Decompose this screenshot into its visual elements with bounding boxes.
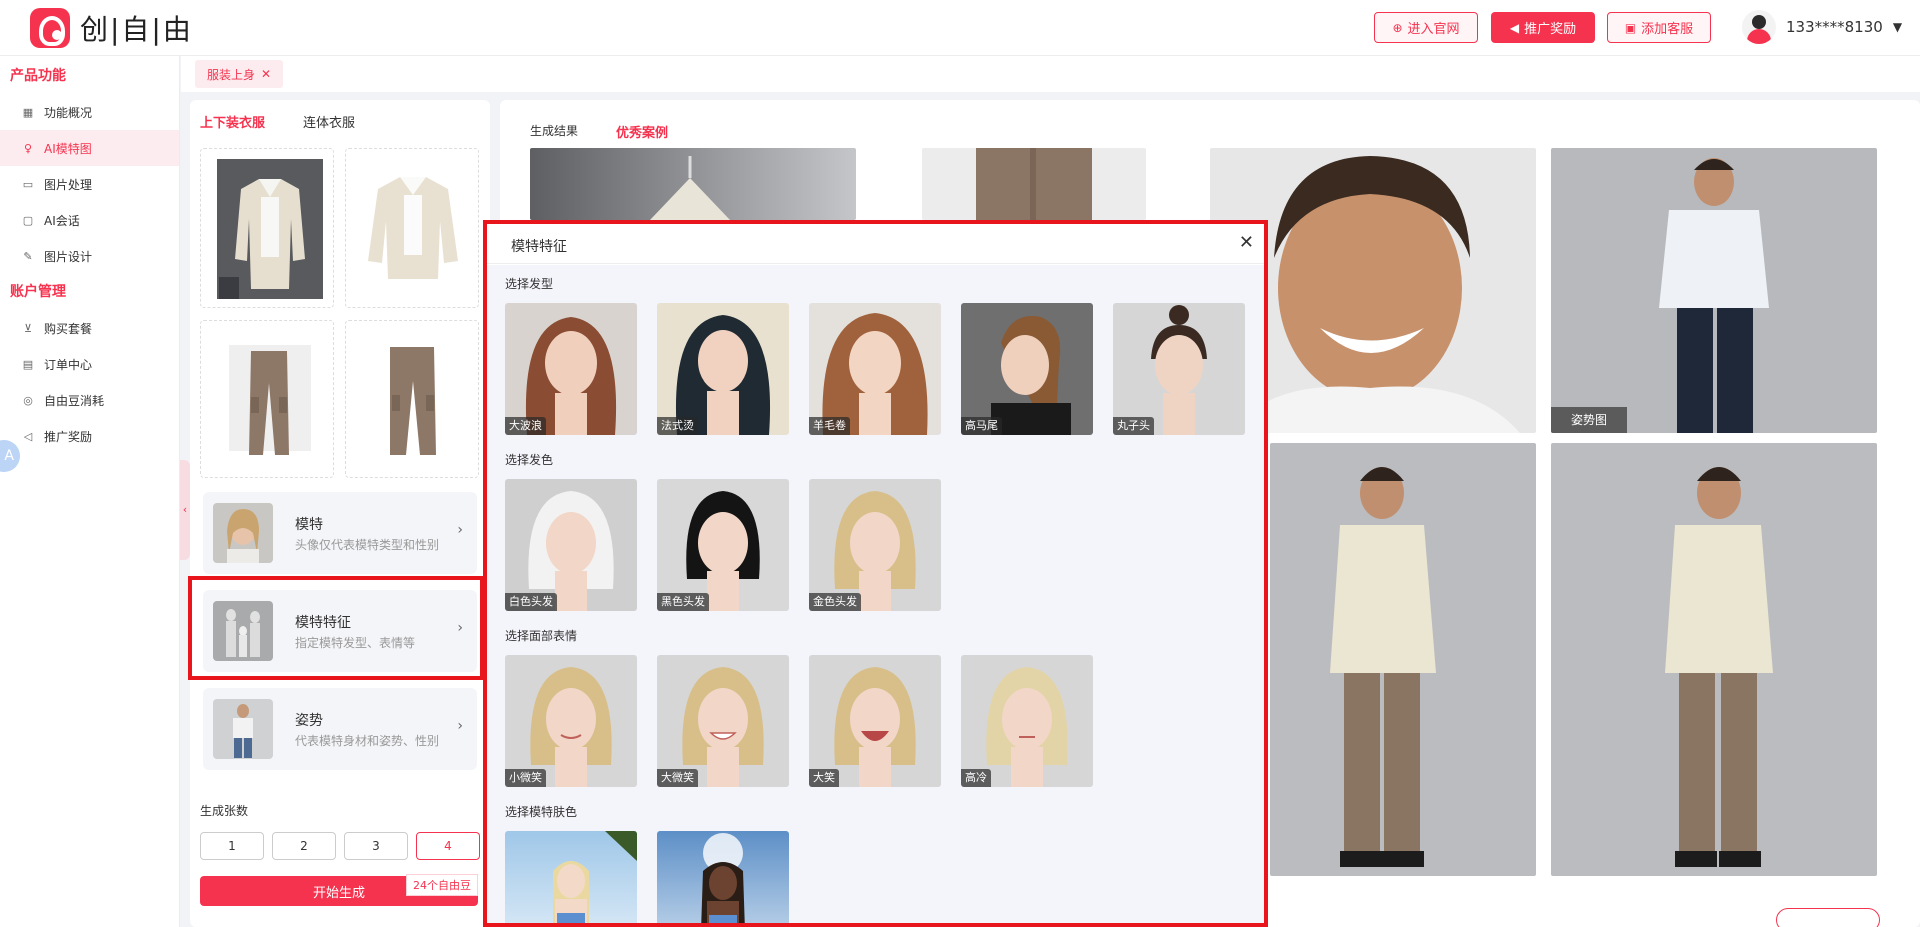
- logo-mark-icon: [30, 8, 70, 48]
- section-skincolor-title: 选择模特肤色: [505, 805, 578, 819]
- expression-card[interactable]: 大微笑: [657, 655, 789, 787]
- tab-strip: 服装上身 ✕: [181, 56, 1920, 92]
- gift-icon: ▣: [1624, 20, 1637, 35]
- hairstyle-card[interactable]: 高马尾: [961, 303, 1093, 435]
- cargo-pants-image: [229, 345, 311, 455]
- chevron-right-icon: ›: [457, 718, 463, 734]
- clothing-slot[interactable]: [200, 148, 334, 308]
- pose-thumbnail: [213, 699, 273, 759]
- hairstyle-card[interactable]: 法式烫: [657, 303, 789, 435]
- hairstyle-card[interactable]: 丸子头: [1113, 303, 1245, 435]
- sidebar-item-ai-chat[interactable]: ▢ AI会话: [0, 202, 179, 238]
- shirt-on-hanger-image: [217, 159, 323, 299]
- close-icon[interactable]: ✕: [1239, 232, 1254, 253]
- section-haircolor-title: 选择发色: [505, 453, 554, 467]
- clothing-slot[interactable]: [200, 320, 334, 478]
- tab-results[interactable]: 生成结果: [530, 122, 578, 141]
- showcase-pose-image[interactable]: 姿势图: [1551, 148, 1877, 433]
- clothing-slot[interactable]: [345, 320, 479, 478]
- sidebar-item-orders[interactable]: ▤ 订单中心: [0, 346, 179, 382]
- photo-tag: 姿势图: [1551, 407, 1628, 433]
- count-option-1[interactable]: 1: [200, 832, 264, 860]
- count-option-3[interactable]: 3: [344, 832, 408, 860]
- showcase-fullbody-image[interactable]: [1270, 443, 1536, 876]
- highlight-outline: [188, 576, 484, 680]
- sidebar-item-buy-plan[interactable]: ⊻ 购买套餐: [0, 310, 179, 346]
- sidebar-item-ai-model[interactable]: ♀ AI模特图: [0, 130, 179, 166]
- sidebar-item-image-processing[interactable]: ▭ 图片处理: [0, 166, 179, 202]
- haircolor-card[interactable]: 金色头发: [809, 479, 941, 611]
- coin-icon: ◎: [23, 393, 33, 407]
- user-name: 133****8130: [1786, 18, 1883, 36]
- showcase-image[interactable]: [530, 148, 856, 220]
- promotion-reward-button[interactable]: ◀ 推广奖励: [1491, 12, 1595, 43]
- grid-icon: ▦: [22, 105, 34, 119]
- section-hairstyle-title: 选择发型: [505, 277, 554, 291]
- chevron-down-icon: ▼: [1892, 20, 1903, 34]
- expression-card[interactable]: 小微笑: [505, 655, 637, 787]
- megaphone-icon: ◀: [1509, 20, 1520, 35]
- tab-showcase[interactable]: 优秀案例: [616, 122, 668, 141]
- top-header: 创|自|由 ⊕ 进入官网 ◀ 推广奖励 ▣ 添加客服 133****8130 ▼: [0, 0, 1920, 56]
- haircolor-card[interactable]: 白色头发: [505, 479, 637, 611]
- sidebar-item-overview[interactable]: ▦ 功能概况: [0, 94, 179, 130]
- count-label: 生成张数: [200, 804, 249, 818]
- skincolor-card[interactable]: [505, 831, 637, 923]
- globe-icon: ⊕: [1392, 20, 1403, 35]
- image-icon: ▭: [22, 177, 34, 191]
- chat-icon: ▢: [22, 213, 34, 227]
- tab-one-piece[interactable]: 连体衣服: [303, 112, 355, 131]
- sidebar: 产品功能 ▦ 功能概况 ♀ AI模特图 ▭ 图片处理 ▢ AI会话 ✎ 图片设计 账户管理…: [0, 56, 180, 927]
- count-option-4[interactable]: 4: [416, 832, 480, 860]
- logo-text: 创|自|由: [80, 13, 193, 46]
- cargo-pants-image: [390, 347, 436, 455]
- avatar: [1742, 10, 1776, 44]
- add-support-button[interactable]: ▣ 添加客服: [1607, 12, 1711, 43]
- megaphone-icon: ◁: [23, 429, 33, 443]
- expression-card[interactable]: 大笑: [809, 655, 941, 787]
- showcase-fullbody-image[interactable]: [1551, 443, 1877, 876]
- hairstyle-card[interactable]: 大波浪: [505, 303, 637, 435]
- logo[interactable]: 创|自|由: [30, 8, 193, 48]
- design-icon: ✎: [23, 249, 33, 263]
- sidebar-item-image-design[interactable]: ✎ 图片设计: [0, 238, 179, 274]
- modal-title: 模特特征: [511, 239, 567, 255]
- cost-badge: 24个自由豆: [406, 874, 478, 896]
- showcase-image[interactable]: [922, 148, 1146, 220]
- shirt-front-image: [368, 177, 458, 279]
- official-site-button[interactable]: ⊕ 进入官网: [1374, 12, 1478, 43]
- section-expression-title: 选择面部表情: [505, 629, 578, 643]
- model-icon: ♀: [23, 141, 33, 155]
- bottom-action-pill[interactable]: [1776, 908, 1880, 927]
- sidebar-item-promotion[interactable]: ◁ 推广奖励: [0, 418, 179, 454]
- model-features-modal: 模特特征 ✕ 选择发型 大波浪 法式烫 羊毛卷 高马尾 丸子头 选择发色 白色头…: [483, 220, 1268, 927]
- sidebar-section-product: 产品功能: [10, 68, 66, 84]
- sidebar-section-account: 账户管理: [10, 284, 66, 300]
- tab-top-bottom[interactable]: 上下装衣服: [200, 112, 265, 131]
- model-thumbnail: [213, 503, 273, 563]
- chevron-right-icon: ›: [457, 522, 463, 538]
- skincolor-card[interactable]: [657, 831, 789, 923]
- order-icon: ▤: [22, 357, 34, 371]
- tab-clothing[interactable]: 服装上身 ✕: [195, 60, 284, 88]
- option-pose[interactable]: 姿势 代表模特身材和姿势、性别 ›: [203, 688, 477, 770]
- expression-card[interactable]: 高冷: [961, 655, 1093, 787]
- count-option-2[interactable]: 2: [272, 832, 336, 860]
- clothing-slot[interactable]: [345, 148, 479, 308]
- collapse-sidebar-handle[interactable]: ‹: [180, 460, 190, 560]
- sidebar-item-coin-usage[interactable]: ◎ 自由豆消耗: [0, 382, 179, 418]
- haircolor-card[interactable]: 黑色头发: [657, 479, 789, 611]
- hairstyle-card[interactable]: 羊毛卷: [809, 303, 941, 435]
- close-icon[interactable]: ✕: [261, 67, 271, 81]
- cart-icon: ⊻: [23, 321, 33, 335]
- user-menu[interactable]: 133****8130 ▼: [1742, 10, 1902, 44]
- option-model[interactable]: 模特 头像仅代表模特类型和性别 ›: [203, 492, 477, 574]
